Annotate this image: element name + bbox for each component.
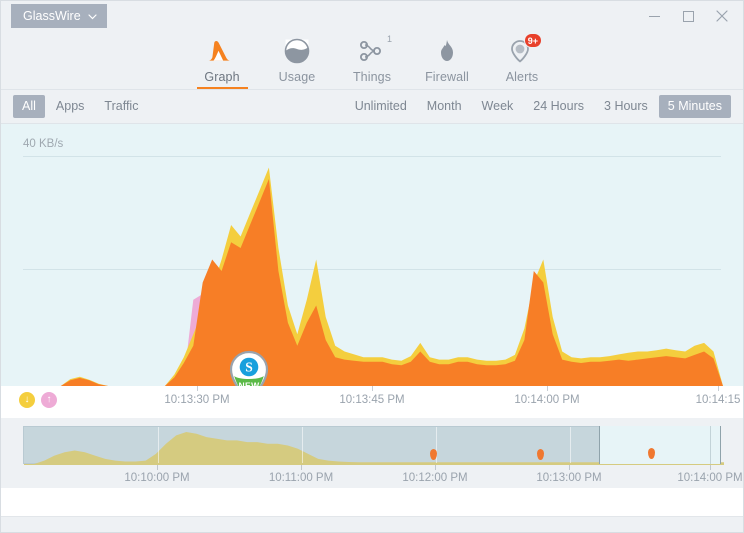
timeline-track[interactable] bbox=[23, 426, 724, 465]
nav-item-usage[interactable]: Usage bbox=[260, 31, 335, 89]
filter-traffic[interactable]: Traffic bbox=[95, 95, 147, 118]
range-24-hours[interactable]: 24 Hours bbox=[524, 95, 593, 118]
x-tick bbox=[197, 386, 198, 391]
glasswire-window: GlassWire Graph Usage 1 Things Firewall … bbox=[0, 0, 744, 533]
skype-app-marker[interactable]: S NEW bbox=[227, 350, 271, 386]
minimize-button[interactable] bbox=[637, 1, 671, 31]
range-5-minutes[interactable]: 5 Minutes bbox=[658, 95, 731, 118]
timeline-gridline bbox=[570, 427, 571, 463]
x-tick bbox=[718, 386, 719, 391]
x-tick bbox=[372, 386, 373, 391]
x-tick bbox=[547, 386, 548, 391]
range-unlimited[interactable]: Unlimited bbox=[346, 95, 416, 118]
window-controls bbox=[637, 1, 739, 31]
timeline-x-label: 10:11:00 PM bbox=[268, 472, 334, 484]
x-axis-label: 10:14:00 PM bbox=[514, 394, 580, 406]
y-axis-label: 40 KB/s bbox=[23, 138, 64, 150]
timeline-tick bbox=[710, 465, 711, 470]
status-strip bbox=[1, 516, 743, 532]
nav-label-things: Things bbox=[352, 70, 392, 84]
title-bar: GlassWire bbox=[1, 1, 743, 31]
filter-bar: All Apps Traffic Unlimited Month Week 24… bbox=[1, 89, 743, 124]
range-week[interactable]: Week bbox=[473, 95, 523, 118]
maximize-icon bbox=[682, 10, 694, 22]
timeline-gridline bbox=[710, 426, 711, 464]
timeline-x-axis: 10:10:00 PM 10:11:00 PM 10:12:00 PM 10:1… bbox=[23, 465, 743, 489]
nav-item-graph[interactable]: Graph bbox=[185, 31, 260, 89]
maximize-button[interactable] bbox=[671, 1, 705, 31]
nav-label-usage: Usage bbox=[278, 70, 316, 84]
timeline-event-marker[interactable] bbox=[648, 448, 655, 459]
brand-label: GlassWire bbox=[23, 9, 81, 23]
things-count-badge: 1 bbox=[386, 34, 392, 44]
timeline-x-label: 10:13:00 PM bbox=[536, 472, 602, 484]
timeline-overview: 10:10:00 PM 10:11:00 PM 10:12:00 PM 10:1… bbox=[1, 418, 743, 488]
graph-x-axis: ↓ ↑ 10:13:30 PM 10:13:45 PM 10:14:00 PM … bbox=[1, 386, 743, 418]
nav-label-firewall: Firewall bbox=[425, 70, 469, 84]
traffic-graph[interactable]: 40 KB/s S NEW bbox=[1, 124, 743, 386]
close-icon bbox=[716, 10, 728, 22]
nav-item-alerts[interactable]: 9+ Alerts bbox=[485, 31, 560, 89]
timeline-gridline bbox=[158, 427, 159, 463]
timeline-tick bbox=[435, 465, 436, 470]
marker-new-badge: NEW bbox=[238, 381, 260, 387]
timeline-tick bbox=[157, 465, 158, 470]
download-legend-icon[interactable]: ↓ bbox=[19, 392, 35, 408]
traffic-legend: ↓ ↑ bbox=[19, 392, 57, 408]
range-3-hours[interactable]: 3 Hours bbox=[595, 95, 657, 118]
main-navigation: Graph Usage 1 Things Firewall 9+ Alerts bbox=[1, 31, 743, 89]
alert-pin-icon: 9+ bbox=[509, 33, 542, 66]
chevron-down-icon bbox=[88, 9, 97, 23]
time-range-group: Unlimited Month Week 24 Hours 3 Hours 5 … bbox=[346, 95, 731, 118]
network-nodes-icon: 1 bbox=[358, 34, 392, 66]
x-axis-label: 10:13:45 PM bbox=[339, 394, 405, 406]
flame-icon bbox=[435, 36, 459, 66]
graph-panel: 40 KB/s S NEW ↓ ↑ 10:13:30 PM 10:13:45 P… bbox=[1, 124, 743, 532]
close-button[interactable] bbox=[705, 1, 739, 31]
minimize-icon bbox=[648, 15, 660, 17]
x-axis-label: 10:13:30 PM bbox=[164, 394, 230, 406]
x-axis-label: 10:14:15 bbox=[695, 394, 741, 406]
range-month[interactable]: Month bbox=[418, 95, 471, 118]
mountain-graph-icon bbox=[207, 36, 237, 66]
nav-label-graph: Graph bbox=[204, 70, 240, 84]
brand-menu-button[interactable]: GlassWire bbox=[11, 4, 107, 28]
timeline-selection-window[interactable] bbox=[599, 426, 721, 464]
nav-item-firewall[interactable]: Firewall bbox=[410, 31, 485, 89]
upload-legend-icon[interactable]: ↑ bbox=[41, 392, 57, 408]
alerts-count-badge: 9+ bbox=[523, 33, 542, 48]
timeline-x-label: 10:14:00 PM bbox=[677, 472, 743, 484]
view-filter-group: All Apps Traffic bbox=[13, 95, 147, 118]
filter-apps[interactable]: Apps bbox=[47, 95, 94, 118]
filter-all[interactable]: All bbox=[13, 95, 45, 118]
pie-usage-icon bbox=[284, 36, 310, 66]
nav-label-alerts: Alerts bbox=[505, 70, 539, 84]
timeline-gridline bbox=[302, 427, 303, 463]
timeline-x-label: 10:10:00 PM bbox=[124, 472, 190, 484]
svg-text:S: S bbox=[245, 360, 253, 375]
nav-item-things[interactable]: 1 Things bbox=[335, 31, 410, 89]
timeline-x-label: 10:12:00 PM bbox=[402, 472, 468, 484]
timeline-tick bbox=[301, 465, 302, 470]
timeline-tick bbox=[569, 465, 570, 470]
traffic-area-chart bbox=[23, 167, 723, 386]
series-download bbox=[23, 167, 723, 386]
